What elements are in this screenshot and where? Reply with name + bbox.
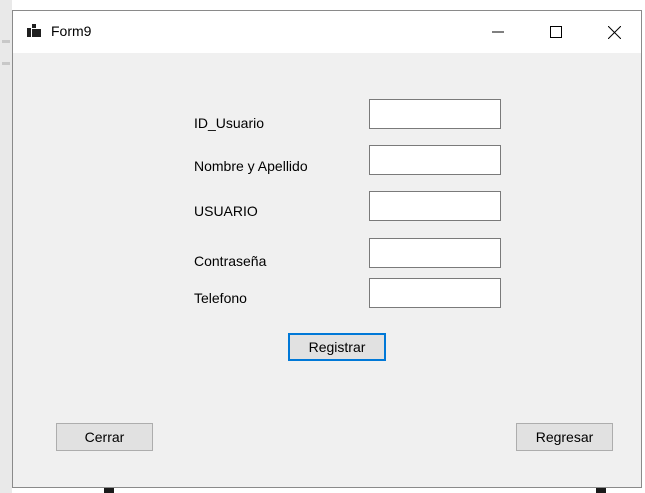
desktop-edge-mark (2, 40, 10, 43)
regresar-button[interactable]: Regresar (516, 423, 613, 451)
registrar-button[interactable]: Registrar (288, 333, 386, 361)
label-nombre-apellido: Nombre y Apellido (194, 158, 308, 174)
label-telefono: Telefono (194, 290, 247, 306)
desktop-edge-mark (2, 62, 10, 65)
close-window-button[interactable] (591, 11, 637, 53)
maximize-button[interactable] (533, 11, 579, 53)
desktop-background (0, 0, 12, 493)
telefono-input[interactable] (369, 278, 501, 308)
title-bar[interactable]: Form9 (13, 11, 641, 53)
minimize-icon (492, 31, 504, 33)
id-usuario-input[interactable] (369, 99, 501, 129)
label-usuario: USUARIO (194, 203, 258, 219)
close-icon (607, 25, 621, 39)
cerrar-button[interactable]: Cerrar (56, 423, 153, 451)
maximize-icon (550, 26, 562, 38)
label-id-usuario: ID_Usuario (194, 115, 265, 131)
contrasena-input[interactable] (369, 238, 501, 268)
usuario-input[interactable] (369, 191, 501, 221)
window-title: Form9 (51, 23, 92, 39)
windows-forms-app-icon (27, 24, 43, 38)
form-window: Form9 ID_Usuario Nombre y Apellido USUAR… (12, 10, 642, 488)
minimize-button[interactable] (475, 11, 521, 53)
nombre-apellido-input[interactable] (369, 145, 501, 175)
label-contrasena: Contraseña (194, 253, 267, 269)
